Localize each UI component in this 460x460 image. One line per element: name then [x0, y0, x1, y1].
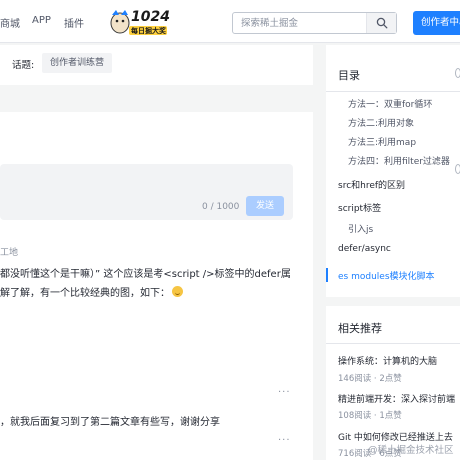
logo-subtext: 每日掘大奖 — [131, 27, 166, 35]
toc-item[interactable]: defer/async — [338, 244, 391, 254]
recommend-title: 相关推荐 — [338, 322, 382, 335]
watermark: @稀土掘金技术社区 — [368, 445, 454, 456]
side-like-button[interactable] — [455, 68, 460, 78]
toc-title: 目录 — [338, 69, 360, 82]
nav-app[interactable]: APP — [32, 15, 51, 26]
toc-divider — [326, 91, 460, 92]
more-options-icon[interactable]: ... — [278, 384, 291, 395]
search-box — [232, 12, 397, 34]
comment-text-line: 都没听懂这个是干嘛）” 这个应该是考<script />标签中的defer属 — [0, 265, 300, 280]
topic-bar: 话题: 创作者训练营 — [0, 45, 313, 85]
comment-author-info: 工地 — [0, 248, 19, 258]
comment-text-line: 解了解，有一个比较经典的图，如下： — [0, 284, 300, 299]
comment-text: 解了解，有一个比较经典的图，如下： — [0, 288, 170, 299]
toc-item[interactable]: 方法四：利用filter过滤器 — [348, 154, 450, 167]
smile-emoji-icon — [172, 286, 183, 297]
search-input[interactable] — [233, 13, 366, 33]
toc-item[interactable]: 引入js — [348, 222, 373, 235]
recommend-divider — [326, 343, 460, 344]
table-of-contents: 目录 方法一：双重for循环 方法二:利用对象 方法三:利用map 方法四：利用… — [326, 45, 460, 297]
search-icon — [376, 17, 387, 29]
toc-item-active[interactable]: es modules模块化脚本 — [338, 269, 435, 282]
creator-center-button[interactable]: 创作者中心 — [413, 11, 460, 35]
toc-item[interactable]: src和href的区别 — [338, 178, 405, 191]
side-comment-button[interactable] — [455, 164, 460, 174]
comment-text: ，就我后面复习到了第二篇文章有些写，谢谢分享 — [0, 417, 220, 428]
top-header: 商城 APP 插件 1024 每日掘大奖 创作者中心 — [0, 0, 460, 43]
toc-item[interactable]: 方法一：双重for循环 — [348, 97, 432, 110]
comment-section: 0 / 1000 发送 工地 都没听懂这个是干嘛）” 这个应该是考<script… — [0, 112, 313, 460]
event-logo[interactable]: 1024 每日掘大奖 — [100, 7, 170, 37]
recommend-item-meta: 108阅读 · 1点赞 — [338, 411, 402, 421]
more-options-icon[interactable]: ... — [278, 432, 291, 443]
recommend-item-title[interactable]: 操作系统：计算机的大脑 — [338, 354, 437, 367]
recommend-item-meta: 146阅读 · 2点赞 — [338, 374, 402, 384]
topic-tag[interactable]: 创作者训练营 — [42, 53, 113, 73]
recommend-item-title[interactable]: 精进前端开发：深入探讨前端 — [338, 392, 455, 405]
topic-label: 话题: — [12, 60, 35, 71]
toc-item[interactable]: 方法二:利用对象 — [348, 116, 414, 129]
nav-plugin[interactable]: 插件 — [64, 15, 84, 30]
logo-number: 1024 — [131, 9, 170, 25]
toc-item[interactable]: script标签 — [338, 201, 381, 214]
char-counter: 0 / 1000 — [202, 202, 240, 212]
comment-text-line: ，就我后面复习到了第二篇文章有些写，谢谢分享 — [0, 413, 300, 428]
related-recommendations: 相关推荐 操作系统：计算机的大脑 146阅读 · 2点赞 精进前端开发：深入探讨… — [326, 306, 460, 460]
search-button[interactable] — [366, 13, 396, 33]
send-button[interactable]: 发送 — [246, 196, 284, 216]
toc-active-marker — [326, 268, 328, 282]
nav-mall[interactable]: 商城 — [0, 15, 20, 30]
toc-item[interactable]: 方法三:利用map — [348, 135, 416, 148]
comment-text: 都没听懂这个是干嘛）” 这个应该是考<script />标签中的defer属 — [0, 269, 291, 280]
